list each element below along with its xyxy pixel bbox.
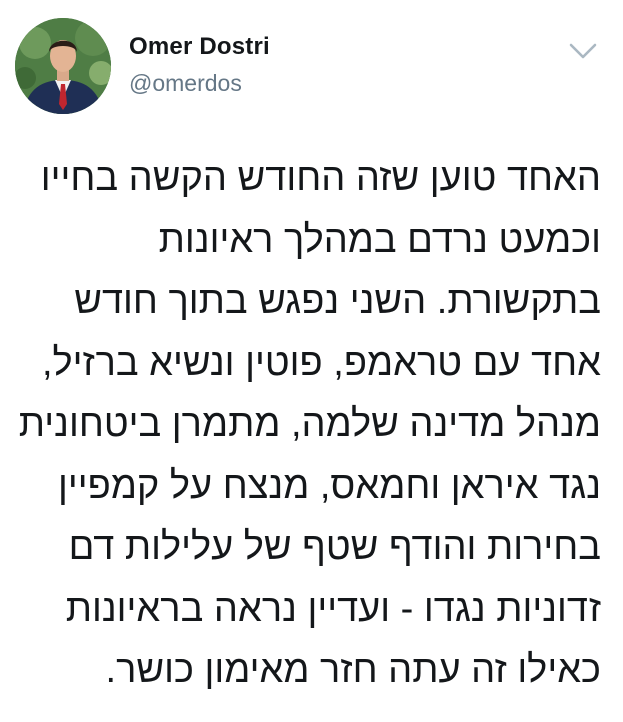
user-name[interactable]: Omer Dostri: [129, 33, 270, 61]
tweet-line: בחירות והודף שטף של עלילות דם: [68, 526, 601, 568]
tweet-line: וכמעט נרדם במהלך ראיונות: [158, 218, 601, 261]
tweet-line: זדוניות נגדו - ועדיין נראה בראיונות: [65, 587, 601, 630]
tweet-line: כאילו זה עתה חזר מאימון כושר.: [105, 649, 601, 691]
user-handle[interactable]: @omerdos: [129, 70, 242, 97]
profile-photo: [15, 18, 111, 114]
tweet-line: נגד איראן וחמאס, מנצח על קמפיין: [58, 464, 601, 507]
avatar[interactable]: [15, 18, 111, 114]
tweet-header: Omer Dostri @omerdos: [0, 0, 623, 130]
tweet-line: מנהל מדינה שלמה, מתמרן ביטחונית: [18, 403, 601, 445]
tweet-text: האחד טוען שזה החודש הקשה בחייו וכמעט נרד…: [11, 148, 601, 702]
tweet-line: האחד טוען שזה החודש הקשה בחייו: [40, 157, 601, 199]
tweet-line: בתקשורת. השני נפגש בתוך חודש: [74, 280, 601, 322]
tweet-line: אחד עם טראמפ, פוטין ונשיא ברזיל,: [41, 341, 601, 384]
chevron-down-icon[interactable]: [566, 38, 600, 64]
